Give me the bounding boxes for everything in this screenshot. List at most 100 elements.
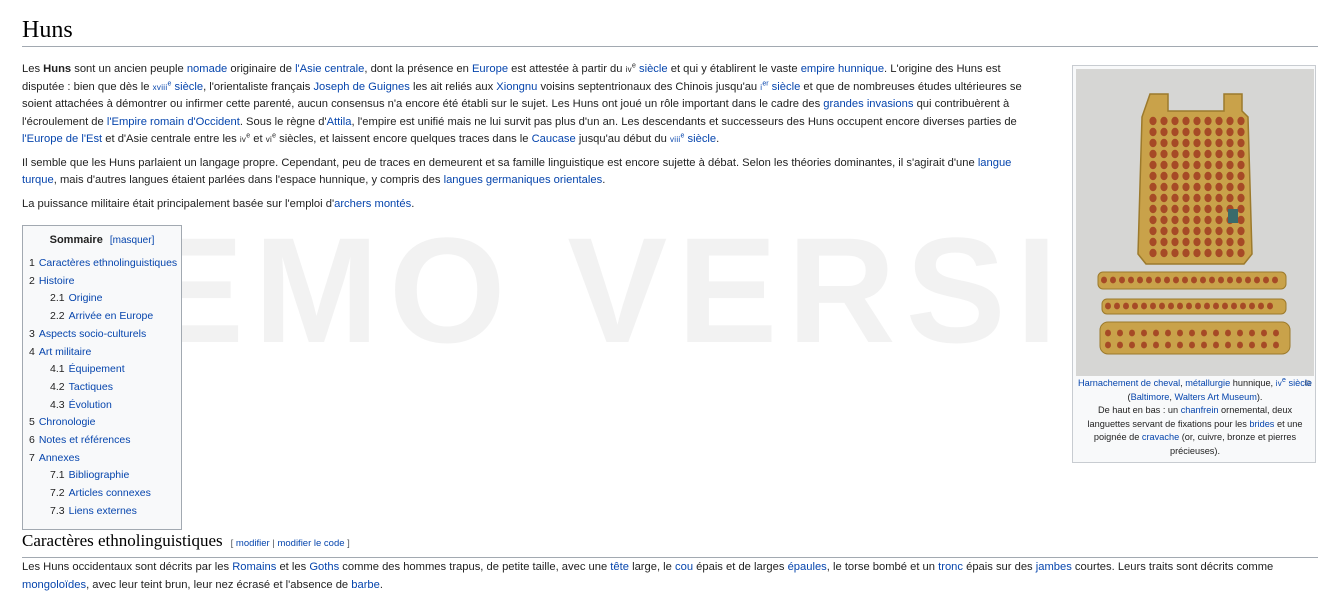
toc-item-number: 4.1 [50,363,65,376]
wiki-link[interactable]: épaules [788,561,827,573]
wiki-link[interactable]: siècle [684,133,717,145]
wiki-link[interactable]: archers montés [334,198,411,210]
toc-item[interactable]: 2 Histoire [29,273,175,291]
article-page: Huns Les Huns sont un ancien peuple noma… [22,0,1318,591]
toc-item[interactable]: 7.1 Bibliographie [29,467,175,485]
wiki-link[interactable]: barbe [351,579,380,591]
text-run: , l'empire est unifié mais ne lui survit… [351,115,1017,128]
wiki-link[interactable]: langues germaniques orientales [444,174,603,186]
toc-item-link[interactable]: Articles connexes [69,487,151,499]
wiki-link[interactable]: nomade [187,63,227,75]
text-run: . Sous le règne d' [239,115,327,128]
wiki-link[interactable]: Baltimore [1131,392,1170,402]
toc-item-link[interactable]: Tactiques [69,381,113,393]
wiki-link[interactable]: mongoloïdes [22,579,86,591]
wiki-link[interactable]: métallurgie [1185,378,1230,388]
toc-item-link[interactable]: Aspects socio-culturels [39,328,146,340]
text-run: , mais d'autres langues étaient parlées … [53,174,444,186]
toc-item[interactable]: 3 Aspects socio-culturels [29,326,175,344]
edit-source-button[interactable]: modifier le code [277,538,344,549]
toc-item[interactable]: 6 Notes et références [29,432,175,450]
toc-item-number: 7.1 [50,469,65,482]
toc-item-link[interactable]: Chronologie [39,416,96,428]
wiki-link[interactable]: Walters Art Museum [1174,392,1256,402]
horse-harness-image[interactable] [1076,69,1314,376]
wiki-link[interactable]: siècle [1286,378,1313,388]
toc-item[interactable]: 2.2 Arrivée en Europe [29,308,175,326]
section-title: Caractères ethnolinguistiques [22,531,223,550]
toc-item[interactable]: 4.1 Équipement [29,361,175,379]
toc-item-link[interactable]: Bibliographie [69,469,130,481]
toc-item-number: 4.3 [50,398,65,411]
text-run: Les [22,63,44,75]
toc-item[interactable]: 7 Annexes [29,450,175,468]
edit-section-button[interactable]: modifier [236,538,270,549]
toc-item[interactable]: 4 Art militaire [29,344,175,362]
wiki-link[interactable]: siècle [636,63,668,75]
toc-toggle-button[interactable]: [masquer] [110,235,154,246]
toc-item-number: 7 [29,451,35,464]
toc-item-link[interactable]: Évolution [69,399,112,411]
toc-item-link[interactable]: Origine [69,292,103,304]
wiki-link[interactable]: Harnachement de cheval [1078,378,1180,388]
edit-section-links: [ modifier | modifier le code ] [230,538,350,549]
wiki-link[interactable]: Goths [309,561,339,573]
section-paragraph: Les Huns occidentaux sont décrits par le… [22,559,1318,594]
wiki-link[interactable]: Caucase [532,133,576,145]
wiki-link[interactable]: l'Empire romain d'Occident [107,116,240,128]
wiki-link[interactable]: xviii [153,83,168,92]
toc-item[interactable]: 7.3 Liens externes [29,503,175,521]
text-run: Les Huns occidentaux sont décrits par le… [22,561,233,573]
toc-item-number: 6 [29,434,35,447]
toc-item-link[interactable]: Arrivée en Europe [69,310,154,322]
wiki-link[interactable]: l'Europe de l'Est [22,133,102,145]
wiki-link[interactable]: chanfrein [1181,405,1219,415]
wiki-link[interactable]: Romains [232,561,276,573]
toc-item-number: 4.2 [50,380,65,393]
text-run: . [716,133,720,145]
text-run: sont un ancien peuple [71,63,187,75]
toc-item-number: 2 [29,274,35,287]
wiki-link[interactable]: siècle [769,81,801,93]
toc-list: 1 Caractères ethnolinguistiques 2 Histoire 2… [29,255,177,521]
toc-item-number: 2.1 [50,292,65,305]
wiki-link[interactable]: jambes [1036,561,1072,573]
wiki-link[interactable]: tronc [938,561,963,573]
text-run: ). [1256,391,1263,402]
toc-item-link[interactable]: Équipement [69,363,125,375]
toc-item-number: 5 [29,416,35,429]
wiki-link[interactable]: Xiongnu [496,81,537,93]
intro: Les Huns sont un ancien peuple nomade or… [22,61,1044,213]
toc-item[interactable]: 4.2 Tactiques [29,379,175,397]
wiki-link[interactable]: Joseph de Guignes [313,81,409,93]
toc-item-link[interactable]: Art militaire [39,346,92,358]
wiki-link[interactable]: cravache [1142,432,1179,442]
wiki-link[interactable]: grandes invasions [823,98,913,110]
wiki-link[interactable]: empire hunnique [801,63,884,75]
text-run: comme des hommes trapus, de petite taill… [339,561,611,573]
wiki-link[interactable]: siècle [171,81,203,93]
wiki-link[interactable]: brides [1249,419,1274,429]
text-run: De haut en bas : un [1097,405,1181,415]
toc-item-link[interactable]: Annexes [39,452,80,464]
wiki-link[interactable]: viii [670,135,681,144]
toc-item[interactable]: 7.2 Articles connexes [29,485,175,503]
toc-item-link[interactable]: Histoire [39,275,75,287]
toc-item[interactable]: 5 Chronologie [29,414,175,432]
toc-item-link[interactable]: Notes et références [39,434,131,446]
wiki-link[interactable]: cou [675,561,693,573]
toc-item-link[interactable]: Caractères ethnolinguistiques [39,257,177,269]
toc-item-link[interactable]: Liens externes [69,505,137,517]
wiki-link[interactable]: Europe [472,63,508,75]
toc-item[interactable]: 2.1 Origine [29,290,175,308]
toc-item[interactable]: 4.3 Évolution [29,397,175,415]
wiki-link[interactable]: Attila [327,116,352,128]
toc-item[interactable]: 1 Caractères ethnolinguistiques [29,255,177,273]
text-run: courtes. Leurs traits sont décrits comme [1071,561,1274,573]
wiki-link[interactable]: tête [610,561,629,573]
text-run: , le torse bombé et un [826,561,939,573]
toc-item-number: 4 [29,345,35,358]
text-run: (or, cuivre, bronze et pierres précieuse… [1169,432,1297,456]
text-run: originaire de [227,63,296,75]
wiki-link[interactable]: l'Asie centrale [295,63,364,75]
